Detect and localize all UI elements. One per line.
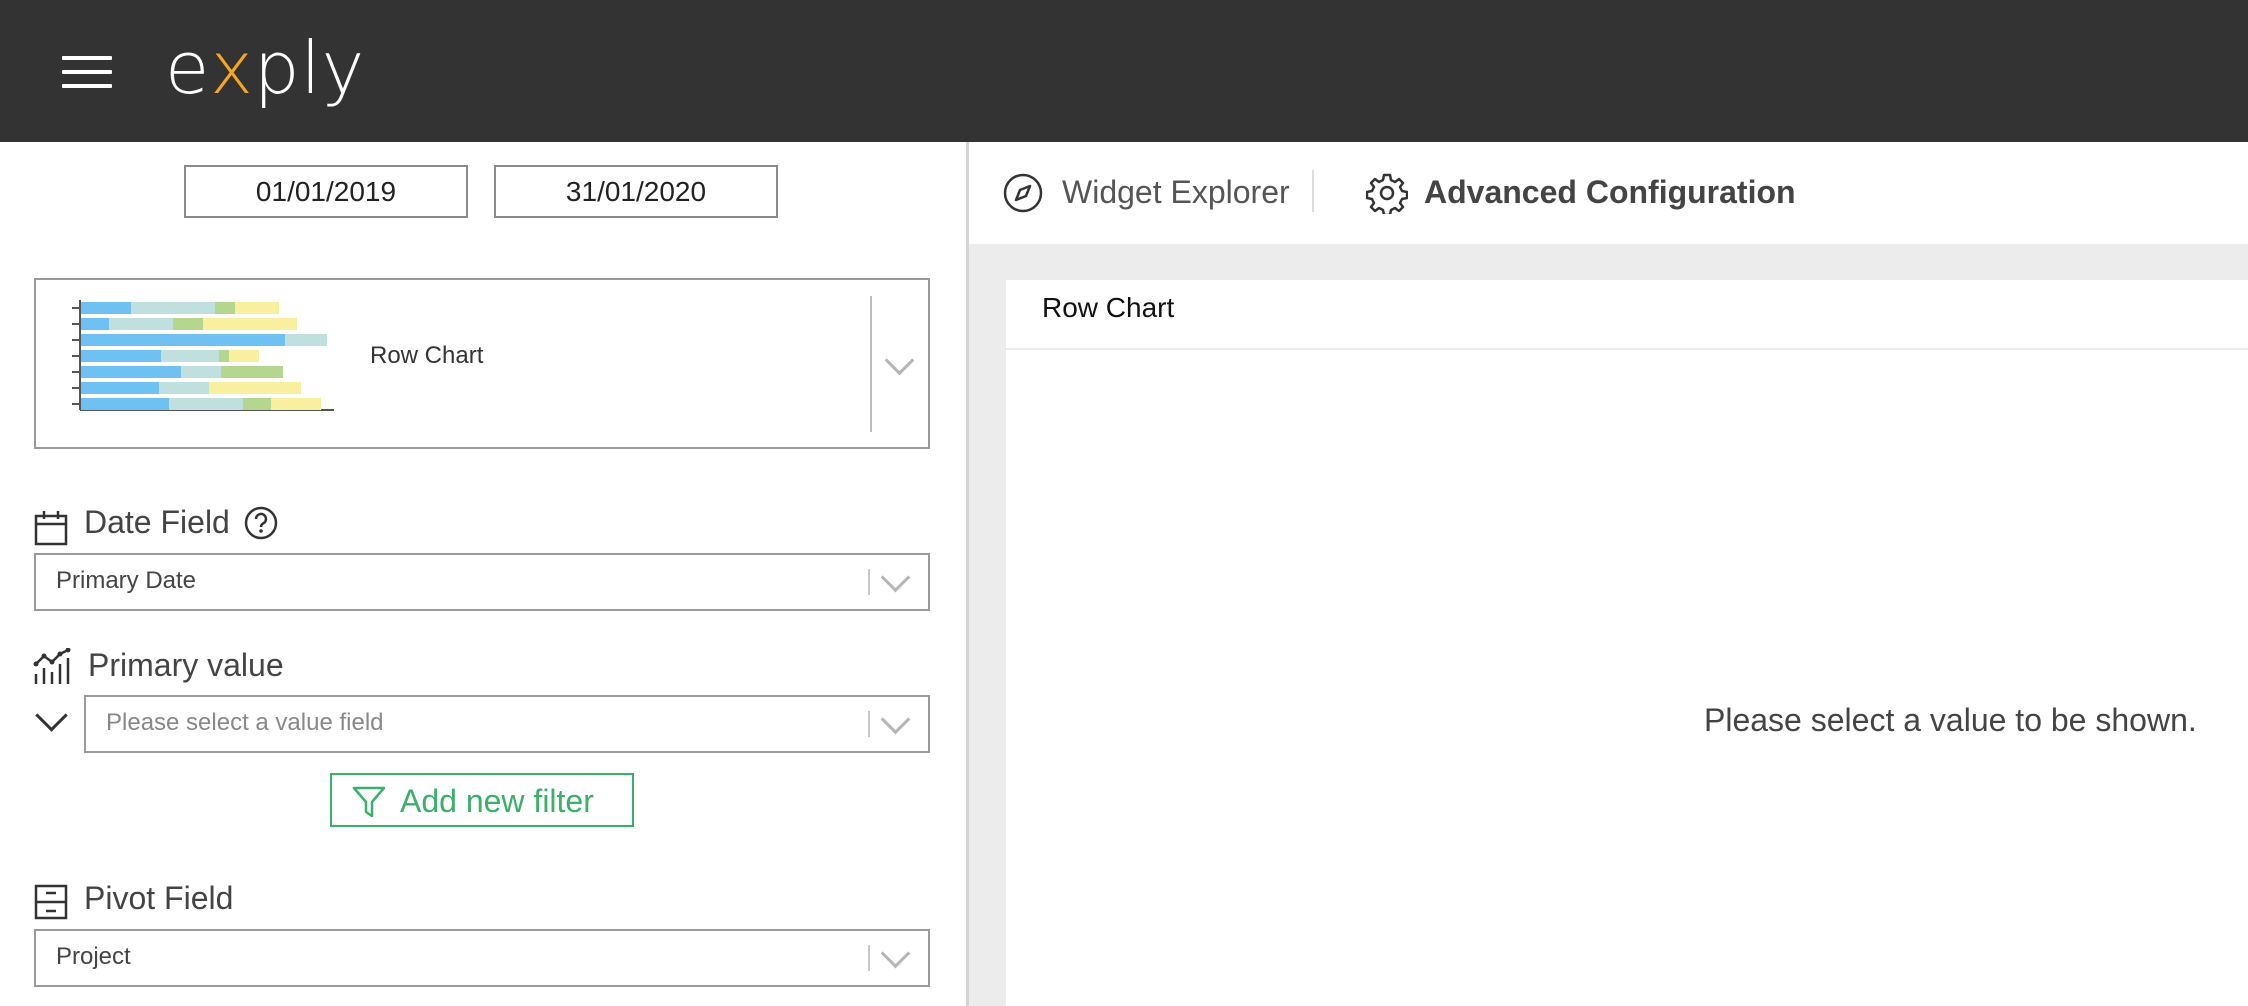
add-new-filter-button[interactable]: Add new filter [330,773,634,827]
gear-icon[interactable] [1366,172,1408,214]
chart-type-select[interactable]: Row Chart [34,278,930,449]
pivot-field-select[interactable]: Project [34,929,930,987]
tab-separator [1312,170,1314,212]
primary-value-label: Primary value [88,647,284,683]
select-separator [868,569,870,595]
end-date-value: 31/01/2020 [565,175,707,207]
tab-advanced-configuration[interactable]: Advanced Configuration [1424,174,1796,211]
chevron-down-icon[interactable] [880,704,911,735]
hamburger-menu-icon[interactable] [62,56,112,88]
widget-card [1006,280,2248,1006]
widget-header [1006,280,2248,350]
select-separator [868,711,870,737]
start-date-value: 01/01/2019 [255,175,397,207]
bar-line-chart-icon [33,648,71,684]
pivot-field-label: Pivot Field [84,880,234,916]
help-icon[interactable] [244,506,278,540]
select-separator [868,945,870,971]
chart-select-separator [870,296,872,432]
start-date-input[interactable]: 01/01/2019 [184,165,468,218]
top-bar: e x ply [0,0,2248,142]
end-date-input[interactable]: 31/01/2020 [494,165,778,218]
date-field-label: Date Field [84,504,230,540]
chart-type-label: Row Chart [370,342,484,369]
row-chart-thumbnail-icon [72,300,334,411]
chevron-down-icon[interactable] [880,562,911,593]
primary-value-placeholder: Please select a value field [106,709,384,736]
filter-icon [352,786,386,818]
primary-value-select[interactable]: Please select a value field [84,695,930,753]
chevron-down-icon[interactable] [880,938,911,969]
tab-widget-explorer[interactable]: Widget Explorer [1062,174,1290,211]
empty-state-message: Please select a value to be shown. [1704,702,2197,738]
chevron-down-icon[interactable] [884,345,915,376]
calendar-icon [34,511,68,546]
date-field-select[interactable]: Primary Date [34,553,930,611]
add-new-filter-label: Add new filter [400,783,594,819]
pivot-cabinet-icon [34,884,68,920]
pivot-field-value: Project [56,943,131,970]
date-field-value: Primary Date [56,567,197,594]
exply-logo[interactable]: e x ply [165,18,365,118]
widget-title: Row Chart [1042,292,1175,323]
compass-icon[interactable] [1002,172,1044,214]
